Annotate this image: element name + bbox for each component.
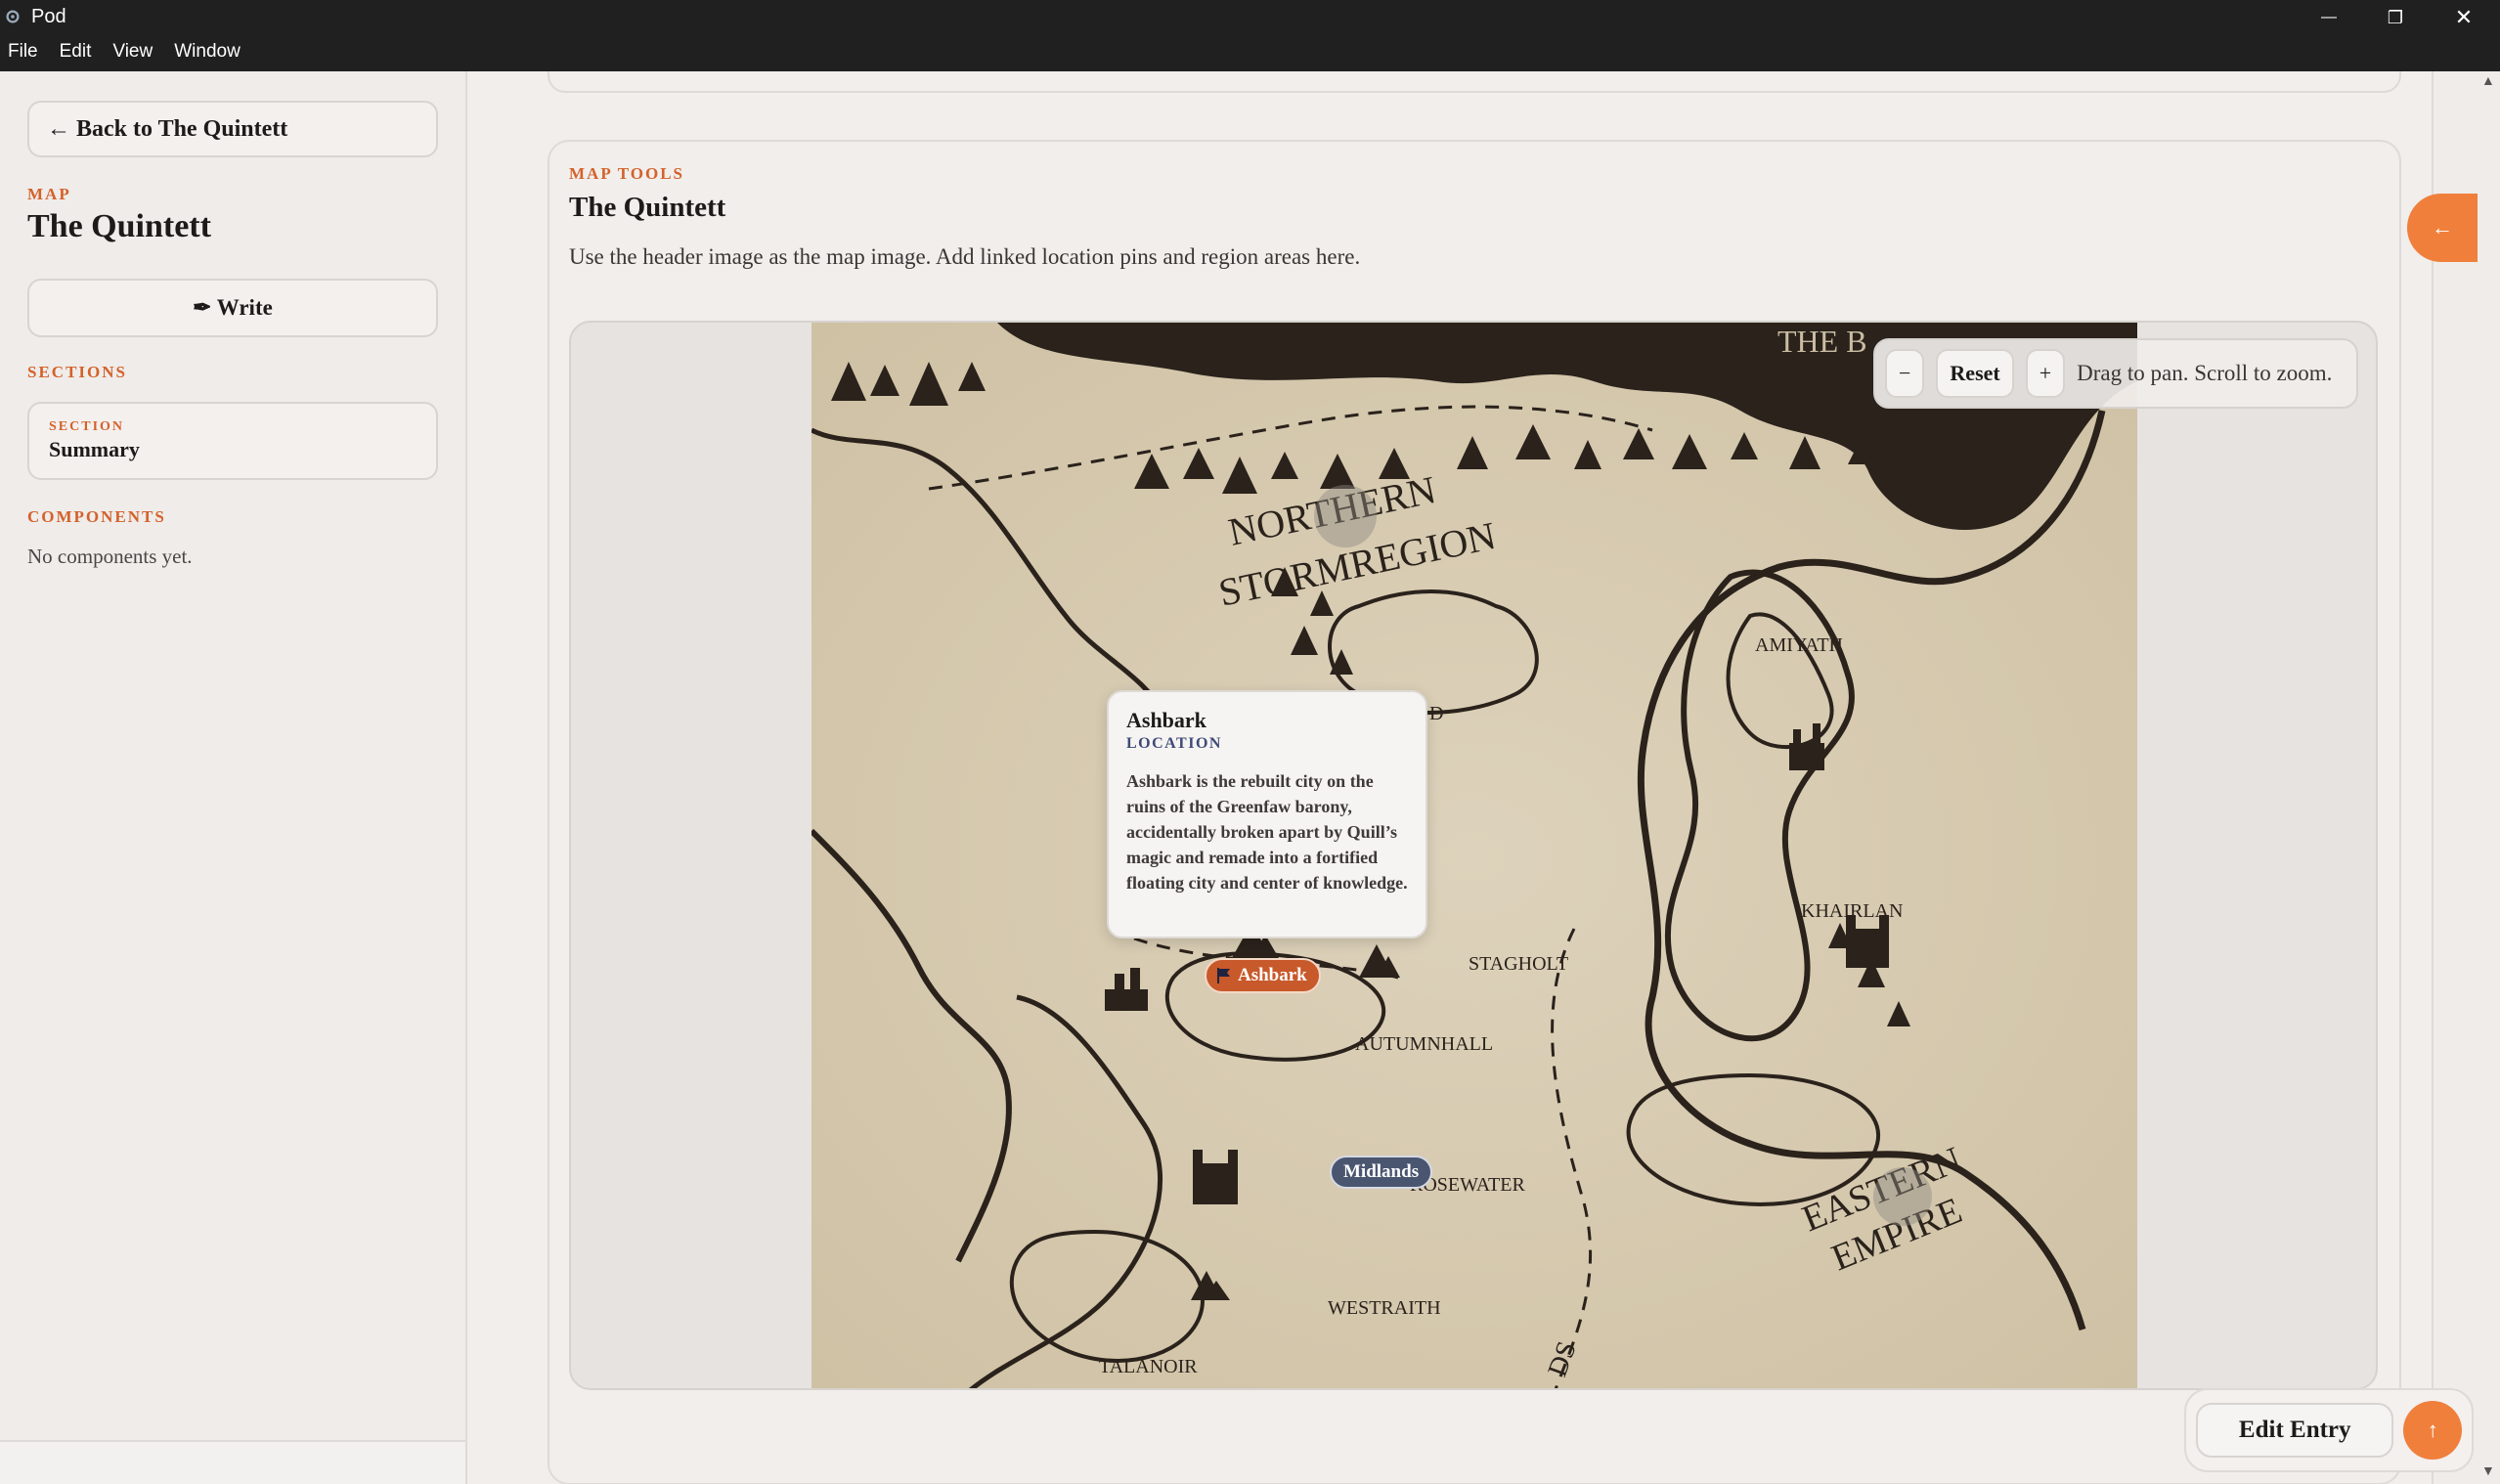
minimize-icon: — (2321, 9, 2337, 25)
map-tools-label: MAP TOOLS (569, 164, 684, 183)
map-tools-title: The Quintett (569, 192, 726, 223)
map-tools-description: Use the header image as the map image. A… (569, 244, 1361, 269)
location-tooltip: Ashbark LOCATION Ashbark is the rebuilt … (1107, 690, 1427, 938)
arrow-up-icon: ↑ (2427, 1418, 2438, 1442)
minimize-button[interactable]: — (2300, 2, 2358, 33)
tooltip-kind: LOCATION (1126, 735, 1222, 752)
map-label-khairlan: KHAIRLAN (1801, 900, 1903, 922)
previous-card-edge (548, 71, 2401, 93)
sidebar-footer (0, 1440, 465, 1484)
section-card-kind: SECTION (49, 419, 125, 434)
edit-dock: Edit Entry ↑ (2184, 1388, 2474, 1472)
title-bar: Pod File Edit View Window — ❐ ✕ (0, 0, 2500, 71)
menu-bar: File Edit View Window (8, 41, 241, 63)
restore-icon: ❐ (2387, 7, 2404, 27)
side-panel-toggle-button[interactable]: ← (2407, 194, 2478, 262)
menu-file[interactable]: File (8, 41, 38, 63)
tooltip-body: Ashbark is the rebuilt city on the ruins… (1126, 771, 1408, 893)
components-label: COMPONENTS (27, 507, 166, 526)
map-viewport[interactable]: THARANDARUS NORTHERN STORMREGION AMIYATH… (569, 321, 2378, 1390)
back-to-quintett-button[interactable]: ← Back to The Quintett (27, 101, 438, 157)
menu-window[interactable]: Window (174, 41, 241, 63)
sidebar-map-title: The Quintett (27, 208, 211, 244)
map-label-the-b: THE B (1777, 324, 1867, 359)
scroll-to-top-button[interactable]: ↑ (2403, 1401, 2462, 1460)
components-empty-text: No components yet. (27, 545, 193, 568)
close-window-button[interactable]: ✕ (2434, 2, 2493, 33)
pin-label-midlands: Midlands (1343, 1161, 1420, 1182)
scroll-down-arrow-icon[interactable]: ▼ (2481, 1464, 2495, 1480)
sections-label: SECTIONS (27, 363, 127, 381)
app-gear-icon (6, 10, 20, 23)
fantasy-map: THARANDARUS NORTHERN STORMREGION AMIYATH… (811, 323, 2137, 1388)
location-pin-ashbark[interactable]: Ashbark (1205, 958, 1321, 993)
section-card-summary[interactable]: SECTION Summary (27, 402, 438, 480)
map-label-tharandarus: THARANDARUS (1271, 346, 1433, 371)
map-label-stagholt: STAGHOLT (1469, 953, 1568, 975)
zoom-reset-button[interactable]: Reset (1936, 349, 2014, 398)
app-title: Pod (31, 6, 66, 27)
map-image[interactable]: THARANDARUS NORTHERN STORMREGION AMIYATH… (811, 323, 2137, 1388)
scroll-up-arrow-icon[interactable]: ▲ (2481, 74, 2495, 90)
flag-icon (1217, 968, 1230, 983)
region-pin-midlands[interactable]: Midlands (1330, 1156, 1433, 1189)
map-label-amiyath: AMIYATH (1755, 634, 1843, 656)
map-kind-label: MAP (27, 185, 71, 203)
pin-label-ashbark: Ashbark (1238, 965, 1307, 985)
menu-view[interactable]: View (112, 41, 153, 63)
map-label-autumnhall: AUTUMNHALL (1355, 1033, 1493, 1055)
write-button[interactable]: ✒ Write (27, 279, 438, 337)
section-card-title: Summary (49, 437, 140, 461)
arrow-left-icon: ← (2432, 215, 2453, 240)
edit-entry-button[interactable]: Edit Entry (2196, 1403, 2394, 1458)
map-label-talanoir: TALANOIR (1099, 1356, 1198, 1377)
zoom-in-button[interactable]: + (2025, 349, 2066, 398)
right-rail (2432, 71, 2500, 1484)
zoom-controls: − Reset + Drag to pan. Scroll to zoom. (1873, 338, 2358, 409)
close-icon: ✕ (2454, 5, 2474, 29)
map-label-d-fragment: D (1429, 703, 1443, 724)
tooltip-title: Ashbark (1126, 708, 1206, 732)
sidebar: ← Back to The Quintett MAP The Quintett … (0, 71, 467, 1484)
menu-edit[interactable]: Edit (60, 41, 92, 63)
restore-button[interactable]: ❐ (2366, 2, 2425, 33)
zoom-hint: Drag to pan. Scroll to zoom. (2077, 361, 2333, 385)
map-label-westraith: WESTRAITH (1328, 1297, 1441, 1319)
zoom-out-button[interactable]: − (1885, 349, 1925, 398)
